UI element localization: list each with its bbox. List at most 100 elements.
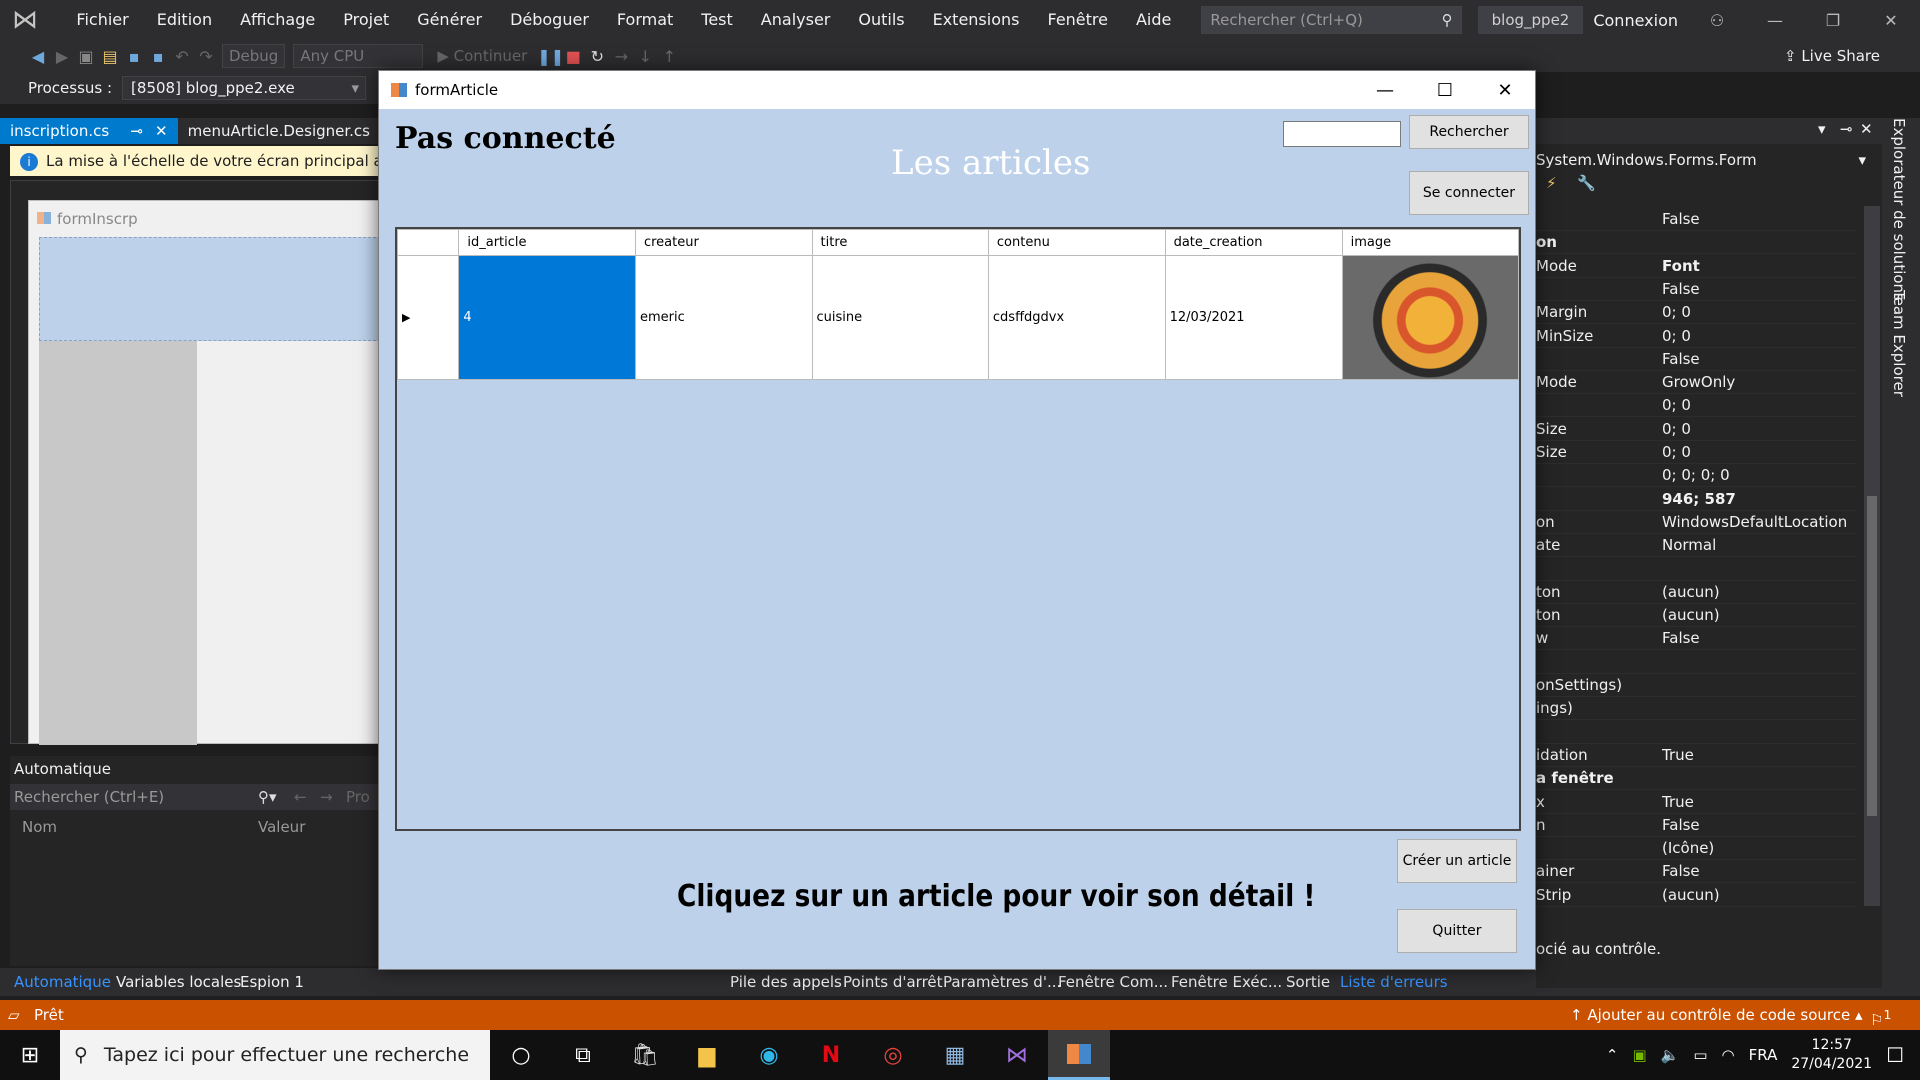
cell-image-paella-photo[interactable] <box>1341 255 1520 380</box>
volume-icon[interactable]: 🔈 <box>1661 1046 1680 1064</box>
tab-close-icon[interactable]: ✕ <box>155 118 168 144</box>
config-dropdown[interactable]: Debug <box>222 44 286 68</box>
forward-icon[interactable]: → <box>320 784 346 810</box>
tab-fenetre-commande[interactable]: Fenêtre Com... <box>1058 968 1168 996</box>
menu-format[interactable]: Format <box>603 0 687 40</box>
property-pages-icon[interactable]: 🔧 <box>1577 174 1596 192</box>
windows-start-icon[interactable]: ⊞ <box>0 1043 60 1068</box>
property-value[interactable]: True <box>1662 791 1694 814</box>
property-value[interactable]: (aucun) <box>1662 604 1720 627</box>
step-out-icon[interactable]: ↑ <box>657 47 681 66</box>
tab-variables-locales[interactable]: Variables locales <box>116 968 241 996</box>
col-image[interactable]: image <box>1341 229 1520 256</box>
menu-fichier[interactable]: Fichier <box>62 0 142 40</box>
redo-icon[interactable]: ↷ <box>194 47 218 66</box>
tab-fenetre-execution[interactable]: Fenêtre Exéc... <box>1171 968 1282 996</box>
property-value[interactable]: 0; 0 <box>1662 325 1691 348</box>
vs-search-input[interactable]: Rechercher (Ctrl+Q) ⚲ <box>1201 6 1462 34</box>
minimize-icon[interactable]: — <box>1746 11 1804 30</box>
chevron-down-icon[interactable]: ▾ <box>1818 120 1826 138</box>
table-row[interactable]: ▶ 4 emeric cuisine cdsffdgdvx 12/03/2021 <box>396 255 1520 380</box>
property-row[interactable]: 0; 0; 0; 0 <box>1536 464 1856 488</box>
property-row[interactable]: False <box>1536 208 1856 231</box>
row-selector-icon[interactable]: ▶ <box>396 255 460 380</box>
menu-edition[interactable]: Edition <box>143 0 226 40</box>
property-value[interactable]: (aucun) <box>1662 884 1720 907</box>
property-row[interactable] <box>1536 721 1856 744</box>
property-value[interactable]: False <box>1662 627 1700 650</box>
cell-createur[interactable]: emeric <box>634 255 813 380</box>
properties-scrollbar[interactable] <box>1864 206 1880 906</box>
designer-gray-panel[interactable] <box>39 341 197 745</box>
menu-deboguer[interactable]: Déboguer <box>496 0 603 40</box>
platform-dropdown[interactable]: Any CPU <box>293 44 424 68</box>
stop-icon[interactable]: ■ <box>561 47 585 66</box>
property-value[interactable]: 0; 0 <box>1662 394 1691 417</box>
property-value[interactable]: False <box>1662 348 1700 371</box>
property-row[interactable] <box>1536 651 1856 674</box>
continue-button[interactable]: ▶ Continuer <box>427 47 537 65</box>
designer-form-inscrp[interactable]: formInscrp <box>28 200 381 745</box>
property-value[interactable]: GrowOnly <box>1662 371 1735 394</box>
menu-aide[interactable]: Aide <box>1122 0 1185 40</box>
property-row[interactable]: ate Normal <box>1536 534 1856 558</box>
cell-contenu[interactable]: cdsffdgdvx <box>987 255 1166 380</box>
maximize-icon[interactable]: ❐ <box>1804 11 1862 30</box>
property-row[interactable]: onSettings) <box>1536 674 1856 697</box>
tab-automatique[interactable]: Automatique <box>14 968 111 996</box>
pin-icon[interactable]: ⊸ <box>1840 120 1853 138</box>
property-row[interactable]: MinSize 0; 0 <box>1536 325 1856 348</box>
pause-icon[interactable]: ❚❚ <box>537 47 564 66</box>
property-row[interactable]: x True <box>1536 791 1856 814</box>
language-indicator[interactable]: FRA <box>1749 1046 1778 1064</box>
undo-icon[interactable]: ↶ <box>170 47 194 66</box>
login-link[interactable]: Connexion <box>1583 11 1688 30</box>
task-view-icon[interactable]: ⧉ <box>552 1030 614 1080</box>
visual-studio-icon[interactable]: ⋈ <box>986 1030 1048 1080</box>
col-id-article[interactable]: id_article <box>458 229 636 256</box>
property-value[interactable]: 0; 0 <box>1662 301 1691 324</box>
auto-search-input[interactable]: Rechercher (Ctrl+E) ⚲▾ ← → Pro <box>10 784 380 810</box>
process-dropdown[interactable]: [8508] blog_ppe2.exe ▾ <box>122 76 367 100</box>
visual-studio-logo-icon[interactable]: ⋈ <box>12 5 44 35</box>
property-row[interactable]: ings) <box>1536 697 1856 721</box>
close-icon[interactable]: ✕ <box>1862 11 1920 30</box>
col-createur[interactable]: createur <box>634 229 813 256</box>
cell-titre[interactable]: cuisine <box>811 255 989 380</box>
property-value[interactable]: Font <box>1662 255 1700 278</box>
new-project-icon[interactable]: ▣ <box>74 47 98 66</box>
tab-team-explorer[interactable]: Team Explorer <box>1890 290 1908 397</box>
menu-projet[interactable]: Projet <box>329 0 403 40</box>
tab-points-arret[interactable]: Points d'arrêt <box>843 968 943 996</box>
live-share-button[interactable]: ⇪ Live Share <box>1784 47 1880 65</box>
menu-outils[interactable]: Outils <box>844 0 918 40</box>
netflix-icon[interactable]: N <box>800 1030 862 1080</box>
menu-fenetre[interactable]: Fenêtre <box>1033 0 1122 40</box>
search-button[interactable]: Rechercher <box>1409 115 1529 149</box>
step-into-icon[interactable]: ↓ <box>633 47 657 66</box>
save-icon[interactable]: ▪ <box>122 47 146 66</box>
maximize-icon[interactable]: ☐ <box>1415 80 1475 101</box>
wamp-icon[interactable]: ▦ <box>924 1030 986 1080</box>
events-icon[interactable]: ⚡ <box>1546 174 1557 192</box>
property-value[interactable]: 0; 0; 0; 0 <box>1662 464 1730 487</box>
property-value[interactable]: False <box>1662 860 1700 883</box>
edge-icon[interactable]: ◉ <box>738 1030 800 1080</box>
property-row[interactable]: 946; 587 <box>1536 488 1856 511</box>
property-row[interactable]: ton (aucun) <box>1536 604 1856 628</box>
property-row[interactable]: Size 0; 0 <box>1536 418 1856 441</box>
tab-inscription-design[interactable]: inscription.cs [Design] ⊸ ✕ <box>0 118 178 166</box>
property-row[interactable]: a fenêtre <box>1536 767 1856 791</box>
property-row[interactable]: Margin 0; 0 <box>1536 301 1856 325</box>
store-icon[interactable]: 🛍 <box>614 1030 676 1080</box>
property-row[interactable]: ton (aucun) <box>1536 581 1856 604</box>
tab-pile-appels[interactable]: Pile des appels <box>730 968 842 996</box>
back-icon[interactable]: ← <box>294 784 320 810</box>
file-explorer-icon[interactable]: ▆ <box>676 1030 738 1080</box>
property-value[interactable]: Normal <box>1662 534 1716 557</box>
source-control-button[interactable]: ↑ Ajouter au contrôle de code source ▴ <box>1570 1000 1863 1030</box>
property-row[interactable]: Strip (aucun) <box>1536 884 1856 907</box>
property-value[interactable]: (aucun) <box>1662 581 1720 604</box>
minimize-icon[interactable]: — <box>1355 80 1415 101</box>
quit-button[interactable]: Quitter <box>1397 909 1517 953</box>
